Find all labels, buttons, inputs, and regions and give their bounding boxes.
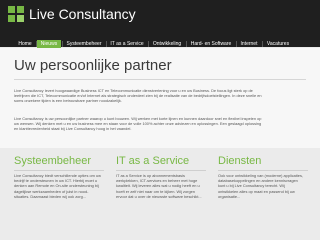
logo-icon <box>8 6 24 22</box>
column-text-diensten: Ook voor ontwikkeling van (moderne) appl… <box>218 173 303 199</box>
divider <box>14 79 306 80</box>
nav-item-ontwikkeling[interactable]: Ontwikkeling <box>149 40 185 48</box>
nav-item-systeembeheer[interactable]: Systeembeheer <box>63 40 105 48</box>
main-nav: Home Nieuws Systeembeheer IT as a Servic… <box>0 40 320 48</box>
column-title-it-as-a-service[interactable]: IT as a Service <box>116 154 189 168</box>
nav-item-hard-en-software[interactable]: Hard- en Software <box>187 40 235 48</box>
nav-item-nieuws[interactable]: Nieuws <box>37 40 61 48</box>
divider <box>14 170 104 171</box>
header: Live Consultancy Home Nieuws Systeembehe… <box>0 0 320 48</box>
nav-item-vacatures[interactable]: Vacatures <box>263 40 293 48</box>
nav-item-it-as-a-service[interactable]: IT as a Service <box>107 40 147 48</box>
divider <box>116 170 206 171</box>
divider <box>218 170 308 171</box>
nav-item-internet[interactable]: Internet <box>237 40 261 48</box>
page-title: Uw persoonlijke partner <box>14 57 172 74</box>
column-text-it-as-a-service: IT as a Service is op abonnementsbasis w… <box>116 173 202 199</box>
column-title-systeembeheer[interactable]: Systeembeheer <box>14 154 91 168</box>
intro-paragraph-2: Live Consultancy is uw persoonlijke part… <box>14 116 262 132</box>
column-text-systeembeheer: Live Consultancy biedt verschillende opt… <box>14 173 101 199</box>
intro-paragraph: Live Consultancy levert hoogwaardige Bus… <box>14 88 262 104</box>
brand-name[interactable]: Live Consultancy <box>29 5 136 23</box>
nav-item-home[interactable]: Home <box>15 40 35 48</box>
column-title-diensten[interactable]: Diensten <box>218 154 261 168</box>
